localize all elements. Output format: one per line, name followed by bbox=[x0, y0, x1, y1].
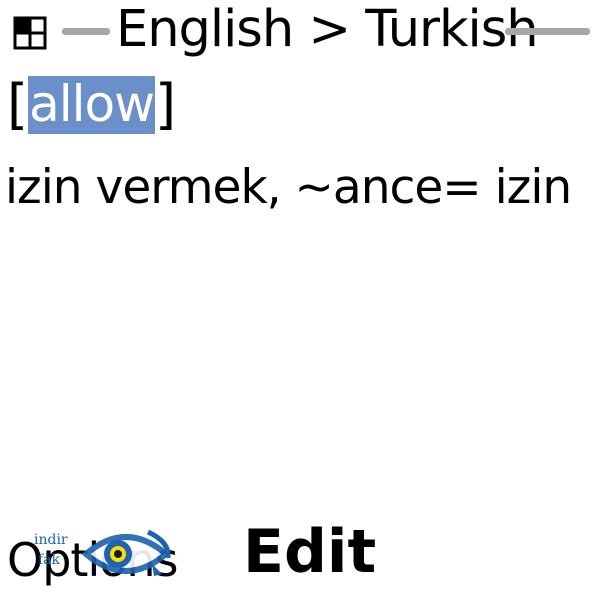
window-title: English > Turkish bbox=[116, 0, 539, 59]
title-divider-right bbox=[505, 28, 590, 35]
search-entry[interactable]: [ allow ] bbox=[7, 70, 176, 140]
edit-softkey[interactable]: Edit bbox=[243, 514, 376, 590]
search-query-selected[interactable]: allow bbox=[28, 76, 155, 134]
title-bar: English > Turkish bbox=[0, 0, 600, 62]
dictionary-screen: English > Turkish [ allow ] izin vermek,… bbox=[0, 0, 600, 595]
options-softkey[interactable]: Options bbox=[7, 528, 178, 592]
entry-open-bracket: [ bbox=[7, 73, 29, 136]
title-divider-left bbox=[62, 28, 110, 35]
translation-text: izin vermek, ~ance= izin bbox=[5, 160, 572, 215]
entry-close-bracket: ] bbox=[155, 73, 177, 136]
dictionary-app-icon bbox=[13, 16, 47, 50]
